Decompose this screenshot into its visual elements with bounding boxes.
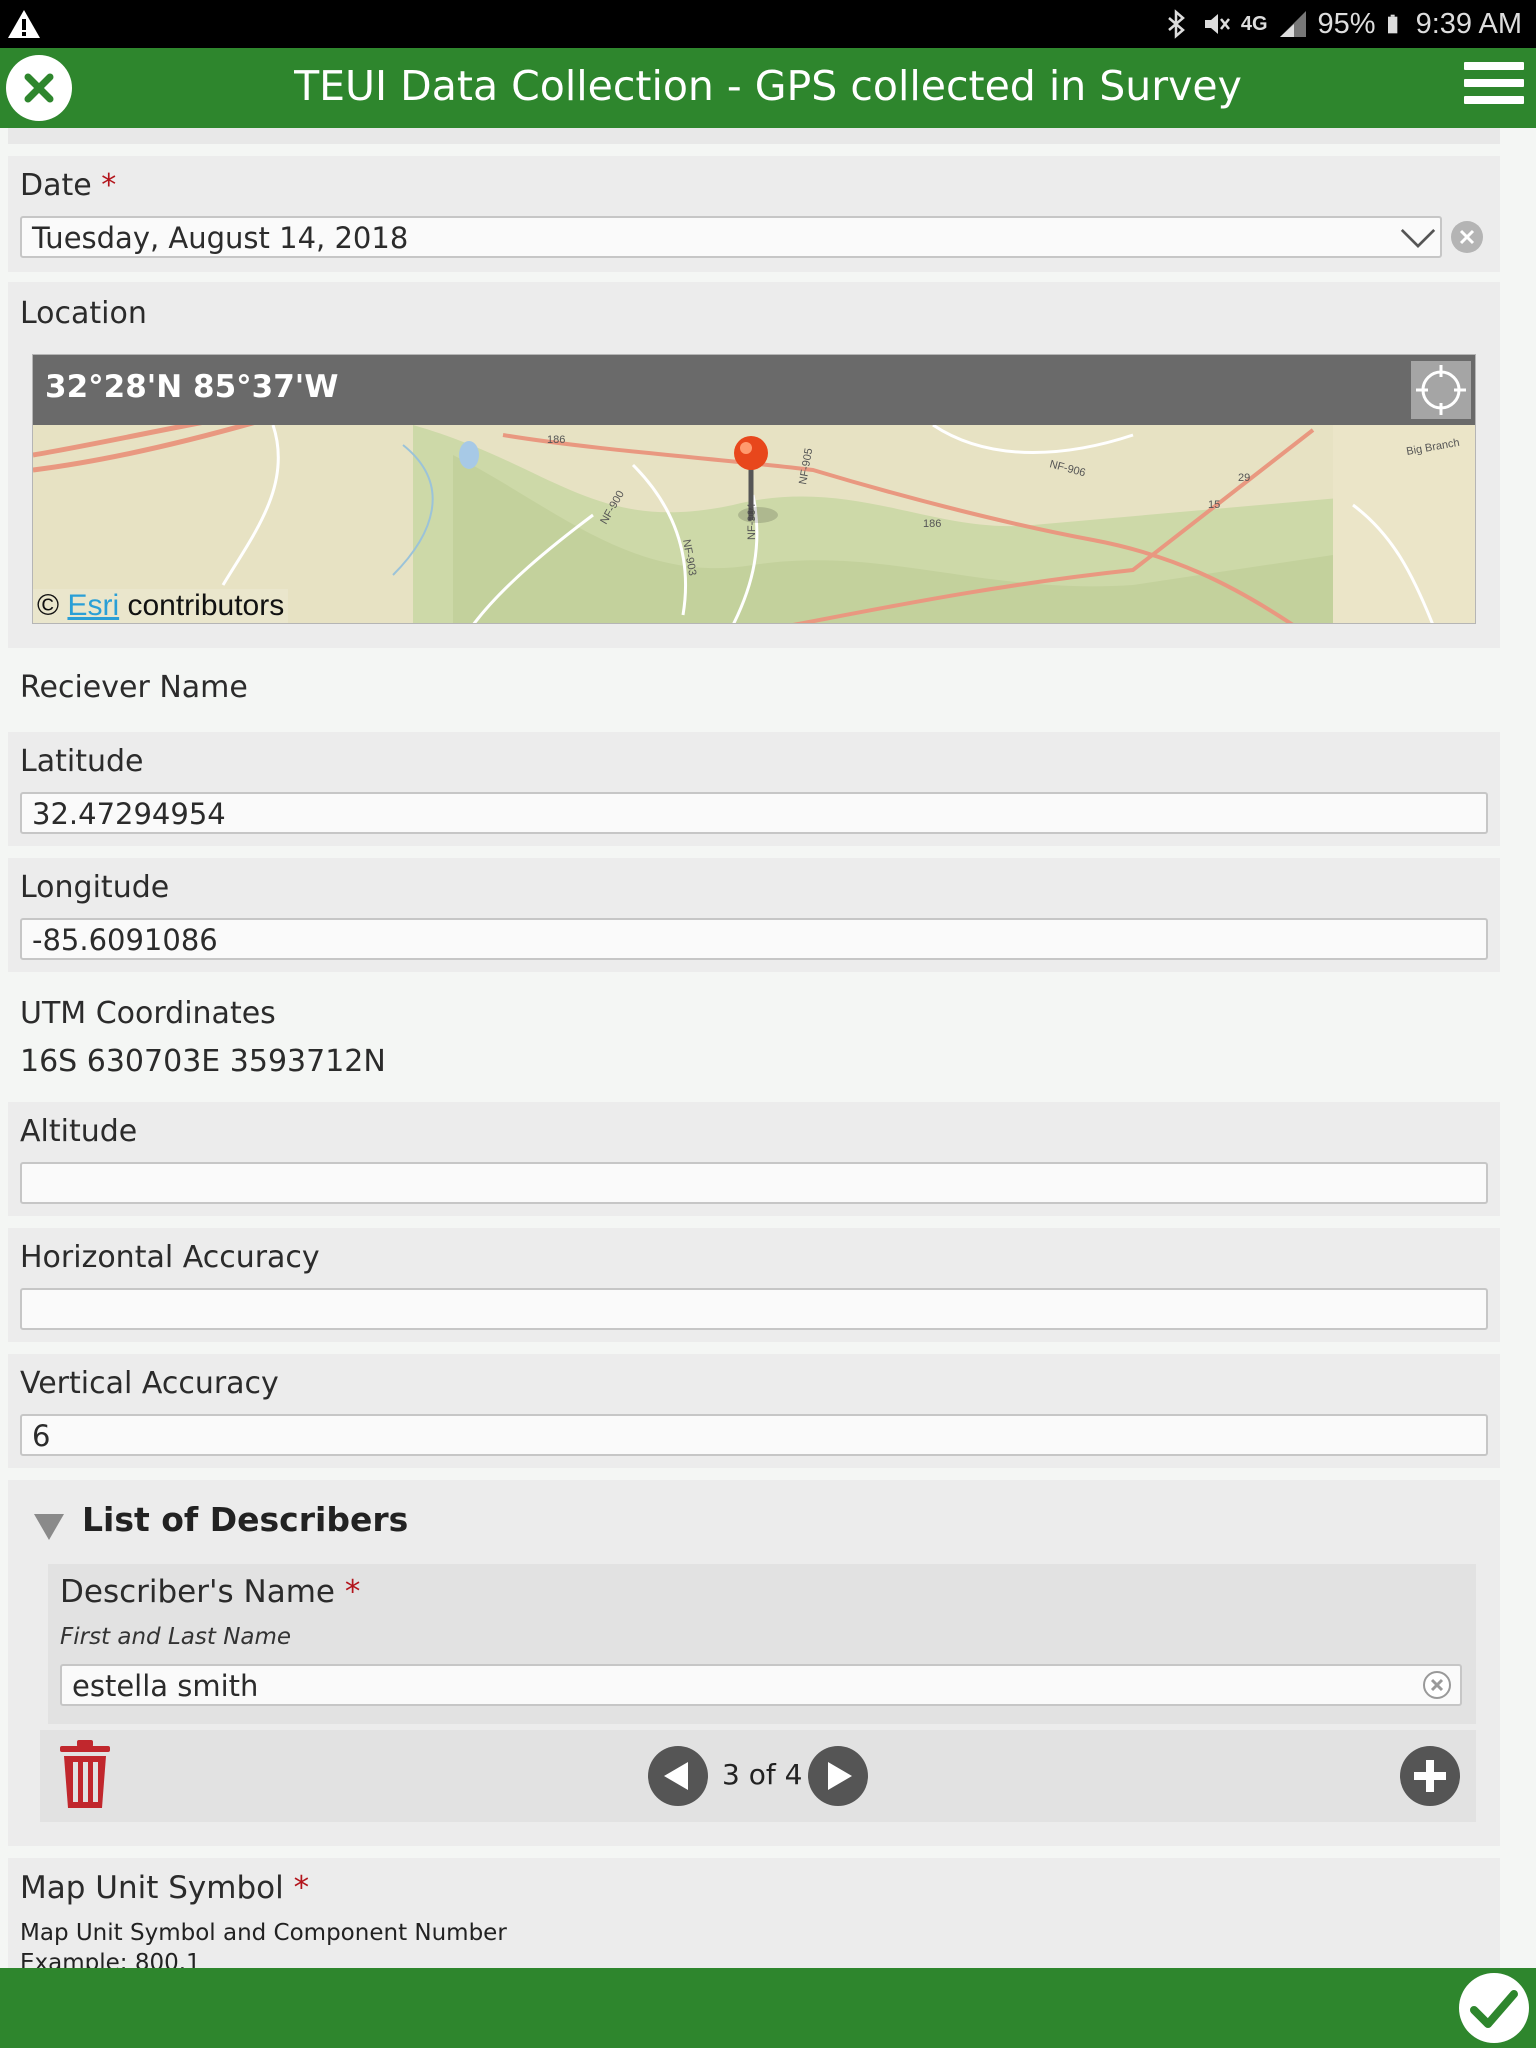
status-bar: 4G 95% 9:39 AM — [0, 0, 1536, 48]
add-icon — [1414, 1760, 1446, 1792]
location-label: Location — [20, 296, 147, 331]
horizontal-accuracy-section: Horizontal Accuracy — [8, 1228, 1500, 1342]
vertical-accuracy-section: Vertical Accuracy 6 — [8, 1354, 1500, 1468]
date-picker[interactable]: Tuesday, August 14, 2018 — [20, 216, 1442, 258]
latitude-input[interactable]: 32.47294954 — [20, 792, 1488, 834]
utm-label: UTM Coordinates — [20, 996, 276, 1031]
esri-link[interactable]: Esri — [67, 589, 119, 622]
map-header: 32°28'N 85°37'W — [33, 355, 1475, 425]
location-map[interactable]: 186 NF-900 NF-903 NF-904 NF-905 NF-906 1… — [32, 354, 1476, 624]
longitude-section: Longitude -85.6091086 — [8, 858, 1500, 972]
map-coordinates: 32°28'N 85°37'W — [45, 369, 339, 405]
road-label: 186 — [923, 518, 941, 530]
signal-icon — [1279, 11, 1306, 37]
road-label: 186 — [547, 434, 565, 446]
clock: 9:39 AM — [1415, 7, 1522, 40]
road-label: 15 — [1208, 499, 1220, 511]
add-button[interactable] — [1400, 1746, 1460, 1806]
date-section: Date * Tuesday, August 14, 2018 — [8, 156, 1500, 272]
describers-title[interactable]: List of Describers — [82, 1500, 408, 1539]
latitude-section: Latitude 32.47294954 — [8, 732, 1500, 846]
describer-name-label: Describer's Name * — [60, 1574, 361, 1610]
locate-button[interactable] — [1411, 361, 1471, 419]
date-value: Tuesday, August 14, 2018 — [32, 221, 409, 255]
latitude-label: Latitude — [20, 744, 144, 779]
horizontal-accuracy-input[interactable] — [20, 1288, 1488, 1330]
next-button[interactable] — [808, 1746, 868, 1806]
road-label: 29 — [1238, 472, 1250, 484]
map-unit-hint: Map Unit Symbol and Component Number — [20, 1920, 507, 1946]
bluetooth-icon — [1168, 9, 1185, 39]
warning-icon — [8, 10, 40, 38]
map-unit-section: Map Unit Symbol * Map Unit Symbol and Co… — [8, 1858, 1500, 1976]
describer-repeat-item: Describer's Name * First and Last Name e… — [48, 1564, 1476, 1724]
network-type: 4G — [1240, 12, 1268, 35]
status-right: 4G 95% 9:39 AM — [1161, 6, 1522, 42]
altitude-section: Altitude — [8, 1102, 1500, 1216]
horizontal-accuracy-label: Horizontal Accuracy — [20, 1240, 320, 1275]
receiver-name-label: Reciever Name — [20, 670, 248, 705]
next-arrow-icon — [828, 1762, 852, 1790]
chevron-down-icon[interactable] — [1400, 226, 1436, 250]
app-title: TEUI Data Collection - GPS collected in … — [294, 62, 1242, 110]
map-attribution: © Esri contributors — [33, 589, 289, 623]
bottom-bar — [0, 1968, 1536, 2048]
pager-label: 3 of 4 — [722, 1758, 803, 1791]
describer-name-input[interactable]: estella smith — [60, 1664, 1462, 1706]
vertical-accuracy-label: Vertical Accuracy — [20, 1366, 279, 1401]
map-unit-label: Map Unit Symbol * — [20, 1870, 310, 1906]
describer-name-hint: First and Last Name — [60, 1624, 292, 1650]
battery-icon — [1387, 14, 1397, 34]
mute-icon — [1204, 14, 1230, 34]
longitude-input[interactable]: -85.6091086 — [20, 918, 1488, 960]
clear-icon[interactable] — [1450, 220, 1484, 254]
vertical-accuracy-input[interactable]: 6 — [20, 1414, 1488, 1456]
collapse-triangle-icon[interactable] — [32, 1512, 66, 1542]
checkmark-icon[interactable] — [1458, 1972, 1530, 2044]
longitude-label: Longitude — [20, 870, 170, 905]
prev-button[interactable] — [648, 1746, 708, 1806]
road-label: NF-904 — [746, 503, 758, 540]
scroll-edge — [8, 128, 1500, 144]
hamburger-menu-icon[interactable] — [1464, 62, 1524, 114]
trash-icon[interactable] — [58, 1740, 112, 1810]
prev-arrow-icon — [664, 1762, 688, 1790]
altitude-input[interactable] — [20, 1162, 1488, 1204]
locate-icon — [1416, 365, 1466, 415]
altitude-label: Altitude — [20, 1114, 138, 1149]
app-bar: TEUI Data Collection - GPS collected in … — [0, 48, 1536, 128]
date-label: Date * — [20, 168, 117, 203]
clear-icon[interactable] — [1422, 1670, 1452, 1700]
battery-percent: 95% — [1317, 7, 1376, 40]
utm-value: 16S 630703E 3593712N — [20, 1044, 386, 1079]
repeat-navigation: 3 of 4 — [40, 1730, 1476, 1822]
